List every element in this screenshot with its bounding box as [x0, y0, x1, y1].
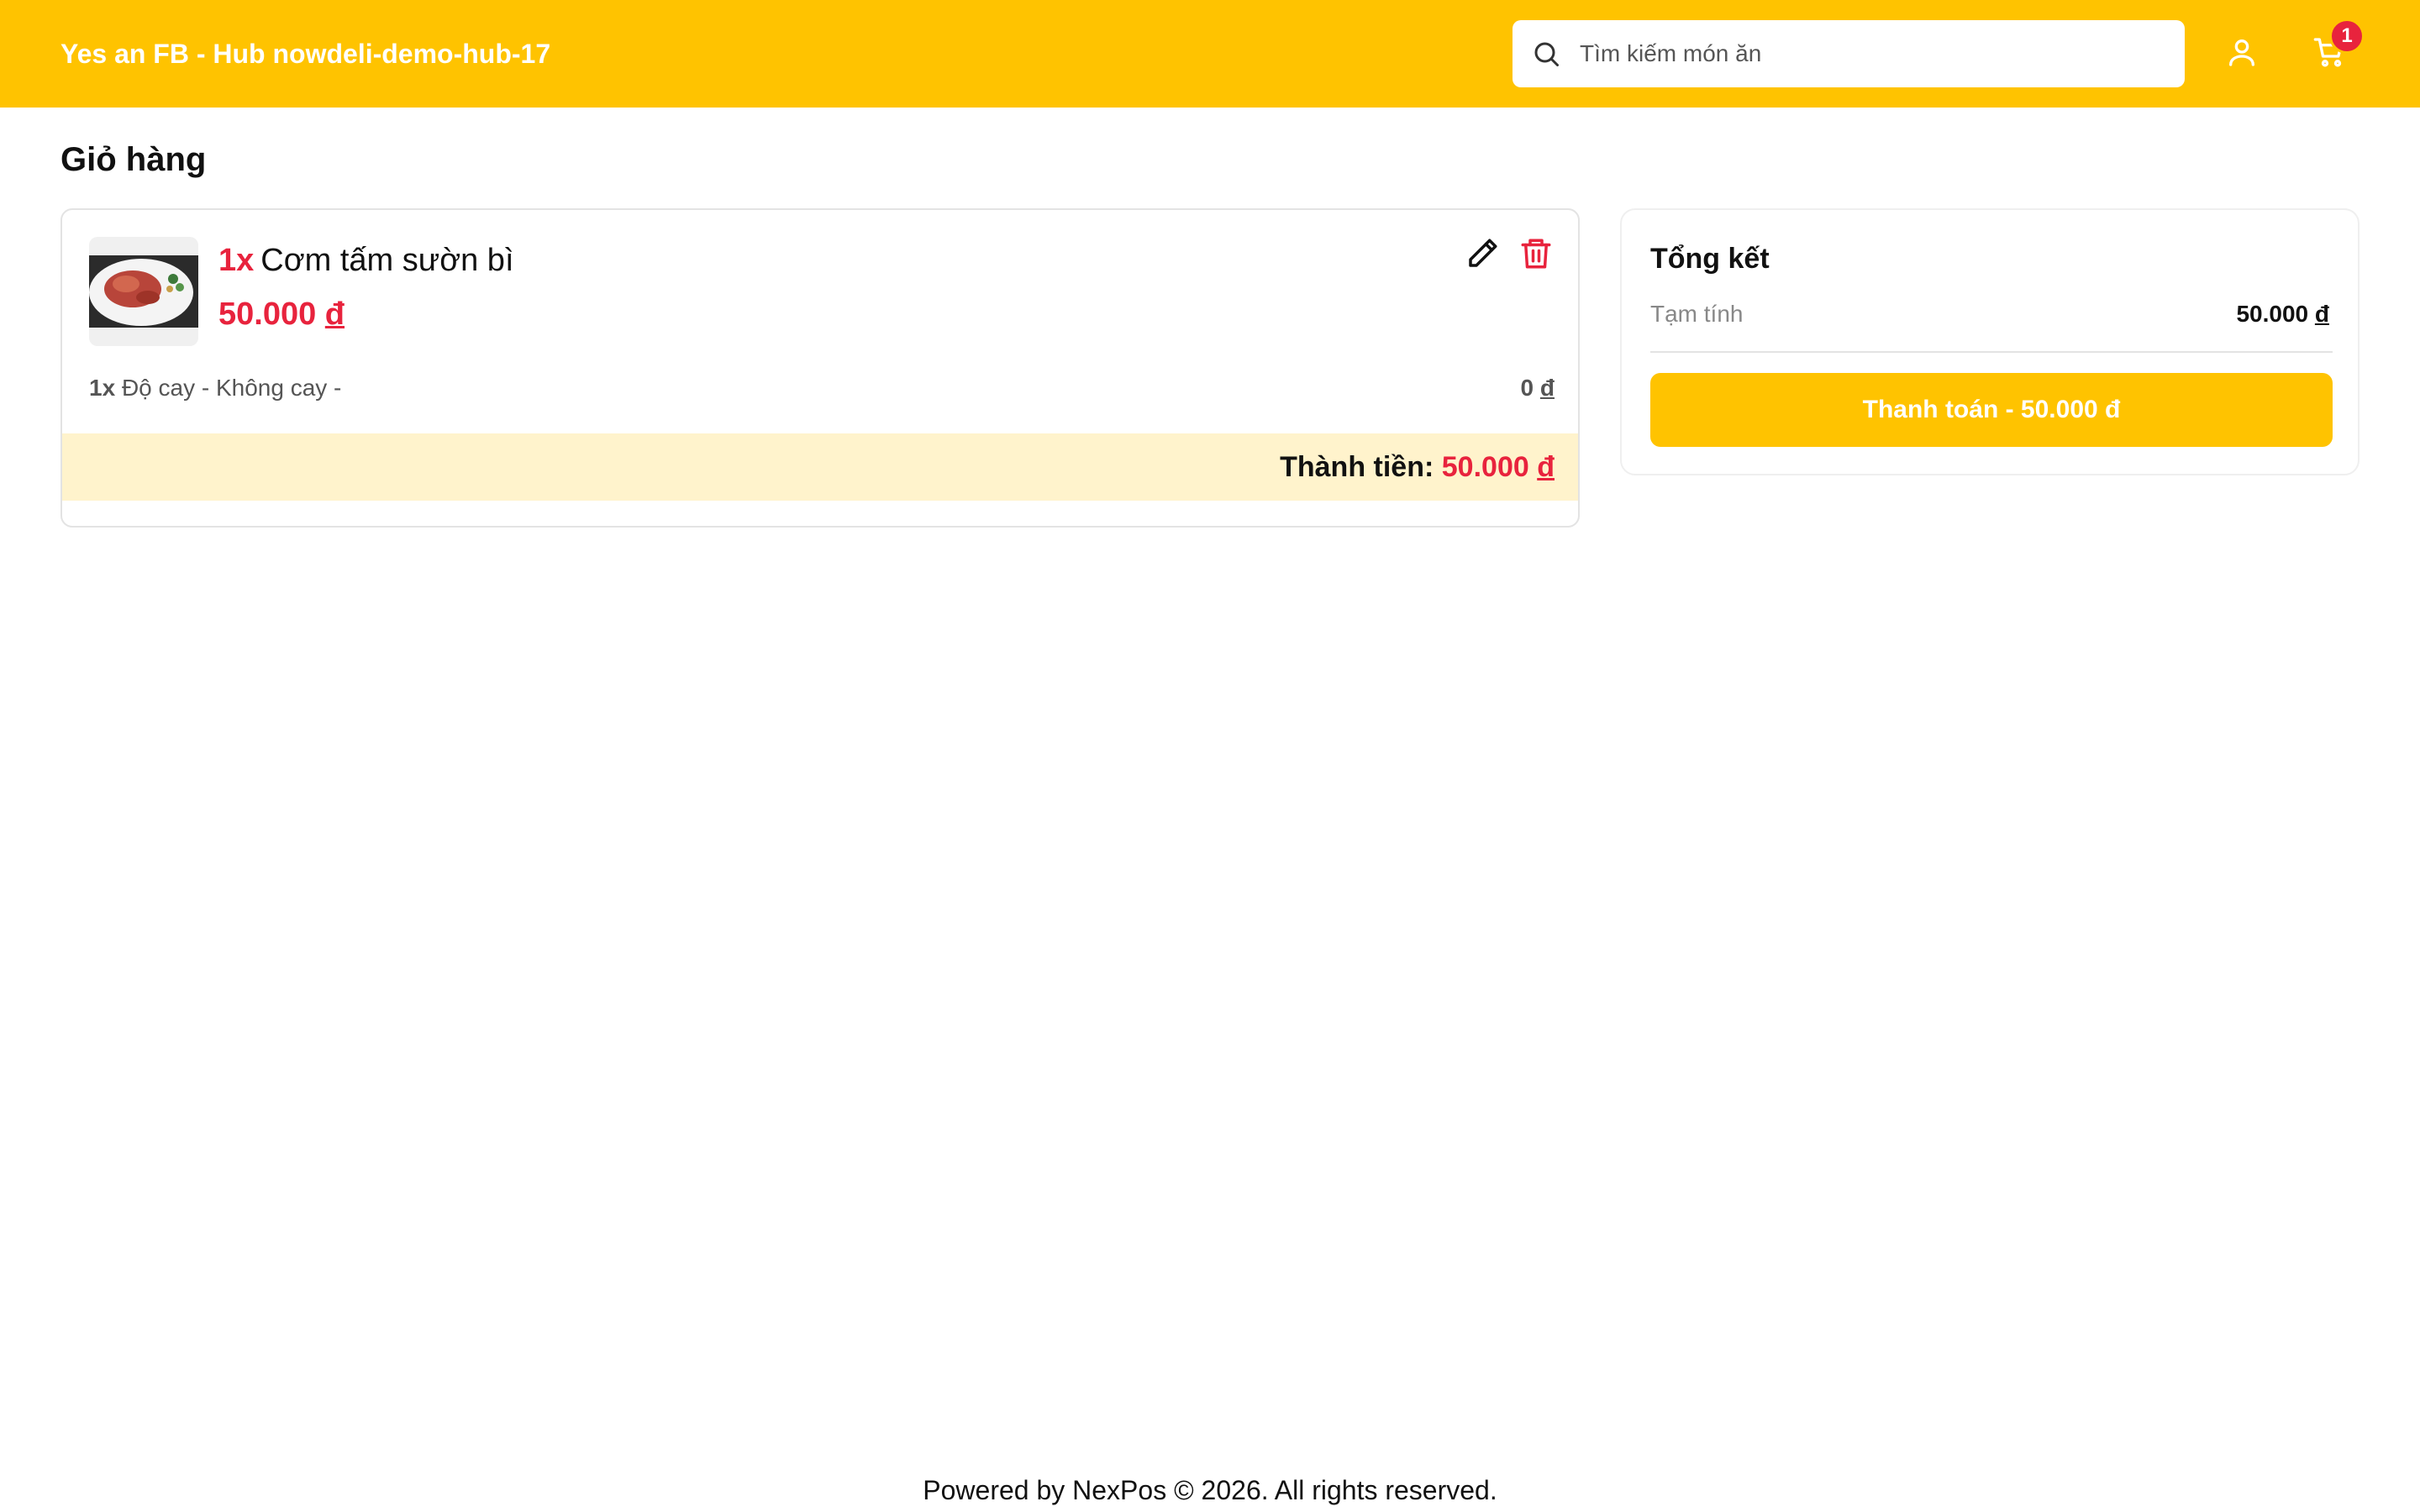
- item-name: Cơm tấm sườn bì: [260, 243, 514, 278]
- search-box[interactable]: [1512, 20, 2185, 87]
- brand-title[interactable]: Yes an FB - Hub nowdeli-demo-hub-17: [60, 35, 550, 72]
- option-price-currency: đ: [1539, 375, 1555, 401]
- option-text: Độ cay - Không cay -: [121, 375, 342, 401]
- page-title: Giỏ hàng: [60, 141, 207, 178]
- search-input[interactable]: [1580, 40, 2168, 67]
- option-quantity: 1x: [89, 375, 116, 401]
- subtotal-currency: đ: [2314, 301, 2329, 327]
- item-total-currency: đ: [1537, 451, 1555, 483]
- cart-count-badge: 1: [2329, 18, 2365, 54]
- top-header: Yes an FB - Hub nowdeli-demo-hub-17 1: [0, 0, 2420, 108]
- option-price: 0 đ: [1521, 371, 1555, 405]
- search-icon: [1531, 39, 1561, 69]
- item-total-label: Thành tiền:: [1280, 451, 1434, 483]
- subtotal-amount: 50.000: [2236, 301, 2309, 327]
- subtotal-value: 50.000 đ: [2236, 297, 2329, 331]
- item-total-bar: Thành tiền: 50.000 đ: [62, 433, 1578, 501]
- item-thumbnail[interactable]: [89, 237, 198, 346]
- item-price-amount: 50.000: [218, 297, 317, 332]
- item-title[interactable]: 1x Cơm tấm sườn bì: [218, 240, 514, 281]
- item-quantity: 1x: [218, 243, 255, 278]
- checkout-button[interactable]: Thanh toán - 50.000 đ: [1650, 373, 2333, 447]
- item-total-value: 50.000 đ: [1442, 451, 1555, 483]
- item-price-currency: đ: [324, 297, 345, 332]
- item-total-amount: 50.000: [1441, 451, 1529, 483]
- option-price-amount: 0: [1520, 375, 1534, 401]
- order-summary-card: Tổng kết Tạm tính 50.000 đ Thanh toán - …: [1620, 208, 2360, 475]
- item-total: Thành tiền: 50.000 đ: [1280, 449, 1555, 486]
- account-button[interactable]: [2222, 34, 2262, 74]
- item-option-row: 1x Độ cay - Không cay - 0 đ: [89, 371, 1555, 405]
- delete-item-button[interactable]: [1516, 235, 1556, 276]
- summary-title: Tổng kết: [1650, 243, 1770, 275]
- summary-divider: [1650, 351, 2333, 353]
- footer-copyright: Powered by NexPos © 2026. All rights res…: [923, 1475, 1497, 1505]
- edit-item-button[interactable]: [1462, 235, 1502, 276]
- subtotal-label: Tạm tính: [1650, 301, 1744, 327]
- trash-icon: [1518, 236, 1554, 276]
- user-icon: [2225, 35, 2259, 73]
- pencil-icon: [1465, 236, 1500, 276]
- item-price: 50.000 đ: [218, 294, 345, 334]
- cart-item-card: 1x Cơm tấm sườn bì 50.000 đ 1x Độ cay - K…: [60, 208, 1580, 528]
